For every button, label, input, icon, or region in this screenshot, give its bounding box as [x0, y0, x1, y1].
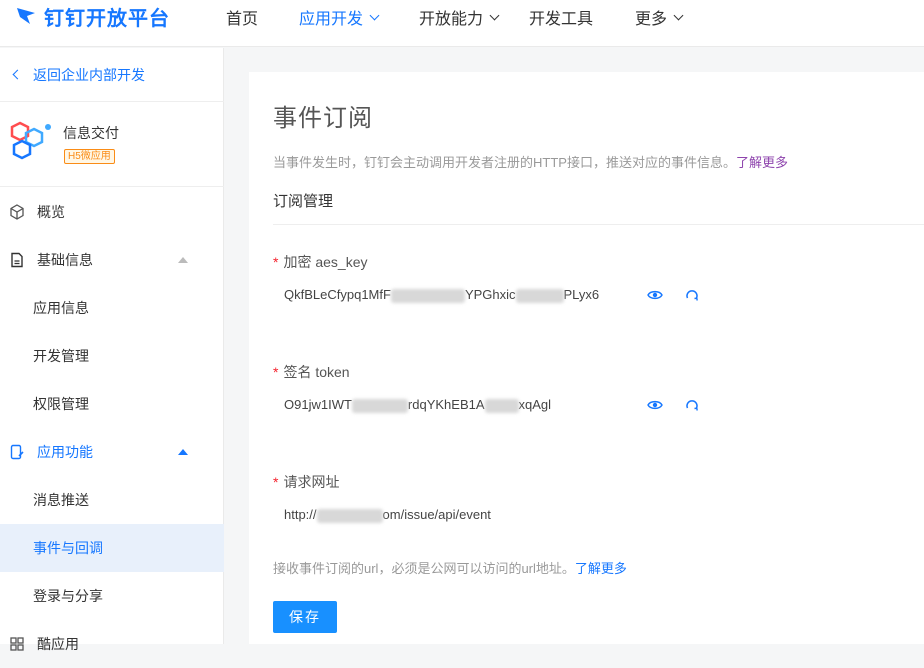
sidebar-item-app-info[interactable]: 应用信息 — [0, 284, 224, 332]
app-info: 信息交付 H5微应用 — [0, 103, 224, 187]
phone-edit-icon — [8, 443, 26, 461]
value-segment: PLyx6 — [563, 287, 600, 302]
value-segment: xqAgl — [518, 397, 552, 412]
nav-item-home[interactable]: 首页 — [226, 5, 258, 29]
sidebar-item-label: 事件与回调 — [33, 540, 103, 556]
token-value: O91jw1IWT rdqYKhEB1A xqAgl — [284, 397, 551, 413]
sidebar-item-label: 酷应用 — [37, 636, 79, 652]
refresh-icon[interactable] — [684, 397, 700, 413]
sidebar-item-events-callbacks[interactable]: 事件与回调 — [0, 524, 224, 572]
hint-learn-more-link[interactable]: 了解更多 — [575, 561, 627, 576]
sidebar-item-label: 开发管理 — [33, 348, 89, 364]
document-icon — [8, 251, 26, 269]
token-label: * 签名 token — [273, 362, 350, 382]
request-url-label: * 请求网址 — [273, 472, 339, 492]
nav-item-dev-tools[interactable]: 开发工具 — [529, 5, 593, 29]
required-mark: * — [273, 364, 279, 380]
value-segment: rdqYKhEB1A — [407, 397, 485, 412]
redacted-block — [390, 288, 465, 303]
top-nav: 钉钉开放平台 首页 应用开发 开放能力 开发工具 更多 — [0, 0, 924, 47]
eye-icon[interactable] — [647, 287, 663, 303]
sidebar-item-overview[interactable]: 概览 — [0, 188, 224, 236]
grid-icon — [8, 635, 26, 653]
logo[interactable]: 钉钉开放平台 — [14, 0, 170, 32]
nav-item-app-dev[interactable]: 应用开发 — [299, 5, 380, 29]
nav-item-label: 应用开发 — [299, 11, 364, 28]
eye-icon[interactable] — [647, 397, 663, 413]
request-url-value: http:// om/issue/api/event — [284, 507, 491, 523]
value-segment: http:// — [284, 507, 317, 522]
page-title: 事件订阅 — [273, 105, 373, 132]
dingtalk-logo-icon — [17, 8, 35, 24]
chevron-left-icon — [12, 69, 23, 80]
sidebar-item-login-share[interactable]: 登录与分享 — [0, 572, 224, 620]
chevron-down-icon — [673, 10, 684, 20]
field-label-text: 签名 token — [283, 364, 350, 380]
redacted-block — [484, 398, 519, 413]
sidebar-item-cool-app[interactable]: 酷应用 — [0, 620, 224, 668]
sidebar-item-label: 登录与分享 — [33, 588, 103, 604]
hint-text: 接收事件订阅的url，必须是公网可以访问的url地址。 — [273, 561, 575, 576]
field-label-text: 请求网址 — [283, 474, 340, 490]
back-link[interactable]: 返回企业内部开发 — [0, 48, 224, 102]
nav-item-label: 开放能力 — [419, 11, 484, 28]
save-button[interactable]: 保存 — [273, 601, 337, 633]
logo-text: 钉钉开放平台 — [44, 7, 170, 30]
value-segment: YPGhxic — [464, 287, 516, 302]
sidebar-item-label: 权限管理 — [33, 396, 89, 412]
nav-item-label: 首页 — [226, 11, 259, 28]
value-segment: om/issue/api/event — [382, 507, 491, 522]
cube-icon — [8, 203, 26, 221]
redacted-block — [351, 398, 408, 413]
sidebar-item-label: 应用功能 — [37, 444, 93, 460]
sidebar-item-label: 消息推送 — [33, 492, 89, 508]
nav-item-label: 开发工具 — [529, 11, 594, 28]
sidebar: 返回企业内部开发 信息交付 H5微应用 概览 基础信息 应用信息 开发管理 权限… — [0, 48, 224, 652]
sidebar-item-label: 概览 — [37, 204, 65, 220]
redacted-block — [515, 288, 564, 303]
sidebar-item-label: 基础信息 — [37, 252, 93, 268]
url-hint: 接收事件订阅的url，必须是公网可以访问的url地址。了解更多 — [273, 558, 627, 577]
chevron-down-icon — [369, 10, 380, 20]
sidebar-item-label: 应用信息 — [33, 300, 89, 316]
app-name: 信息交付 — [63, 125, 119, 141]
section-divider — [273, 224, 924, 225]
sidebar-item-message-push[interactable]: 消息推送 — [0, 476, 224, 524]
aes-key-label: * 加密 aes_key — [273, 252, 368, 272]
sidebar-item-permissions[interactable]: 权限管理 — [0, 380, 224, 428]
section-title: 订阅管理 — [273, 193, 334, 210]
aes-key-value: QkfBLeCfypq1MfF YPGhxic PLyx6 — [284, 287, 599, 303]
caret-up-icon — [178, 257, 188, 263]
nav-item-open-capabilities[interactable]: 开放能力 — [419, 5, 500, 29]
description-text: 当事件发生时，钉钉会主动调用开发者注册的HTTP接口，推送对应的事件信息。 — [273, 155, 736, 170]
back-link-label: 返回企业内部开发 — [33, 66, 145, 83]
refresh-icon[interactable] — [684, 287, 700, 303]
required-mark: * — [273, 474, 279, 490]
nav-item-more[interactable]: 更多 — [635, 5, 684, 29]
chevron-down-icon — [489, 10, 500, 20]
caret-up-icon — [178, 449, 188, 455]
field-label-text: 加密 aes_key — [283, 254, 368, 270]
redacted-block — [316, 508, 383, 523]
learn-more-link[interactable]: 了解更多 — [736, 155, 788, 170]
value-segment: QkfBLeCfypq1MfF — [284, 287, 391, 302]
nav-item-label: 更多 — [635, 11, 668, 28]
app-logo-icon — [10, 121, 51, 160]
page-description: 当事件发生时，钉钉会主动调用开发者注册的HTTP接口，推送对应的事件信息。了解更… — [273, 152, 788, 171]
event-subscription-card: 事件订阅 当事件发生时，钉钉会主动调用开发者注册的HTTP接口，推送对应的事件信… — [249, 72, 924, 644]
sidebar-item-basic-info[interactable]: 基础信息 — [0, 236, 224, 284]
sidebar-item-dev-management[interactable]: 开发管理 — [0, 332, 224, 380]
app-type-badge: H5微应用 — [64, 149, 115, 164]
required-mark: * — [273, 254, 279, 270]
sidebar-item-app-features[interactable]: 应用功能 — [0, 428, 224, 476]
value-segment: O91jw1IWT — [284, 397, 352, 412]
